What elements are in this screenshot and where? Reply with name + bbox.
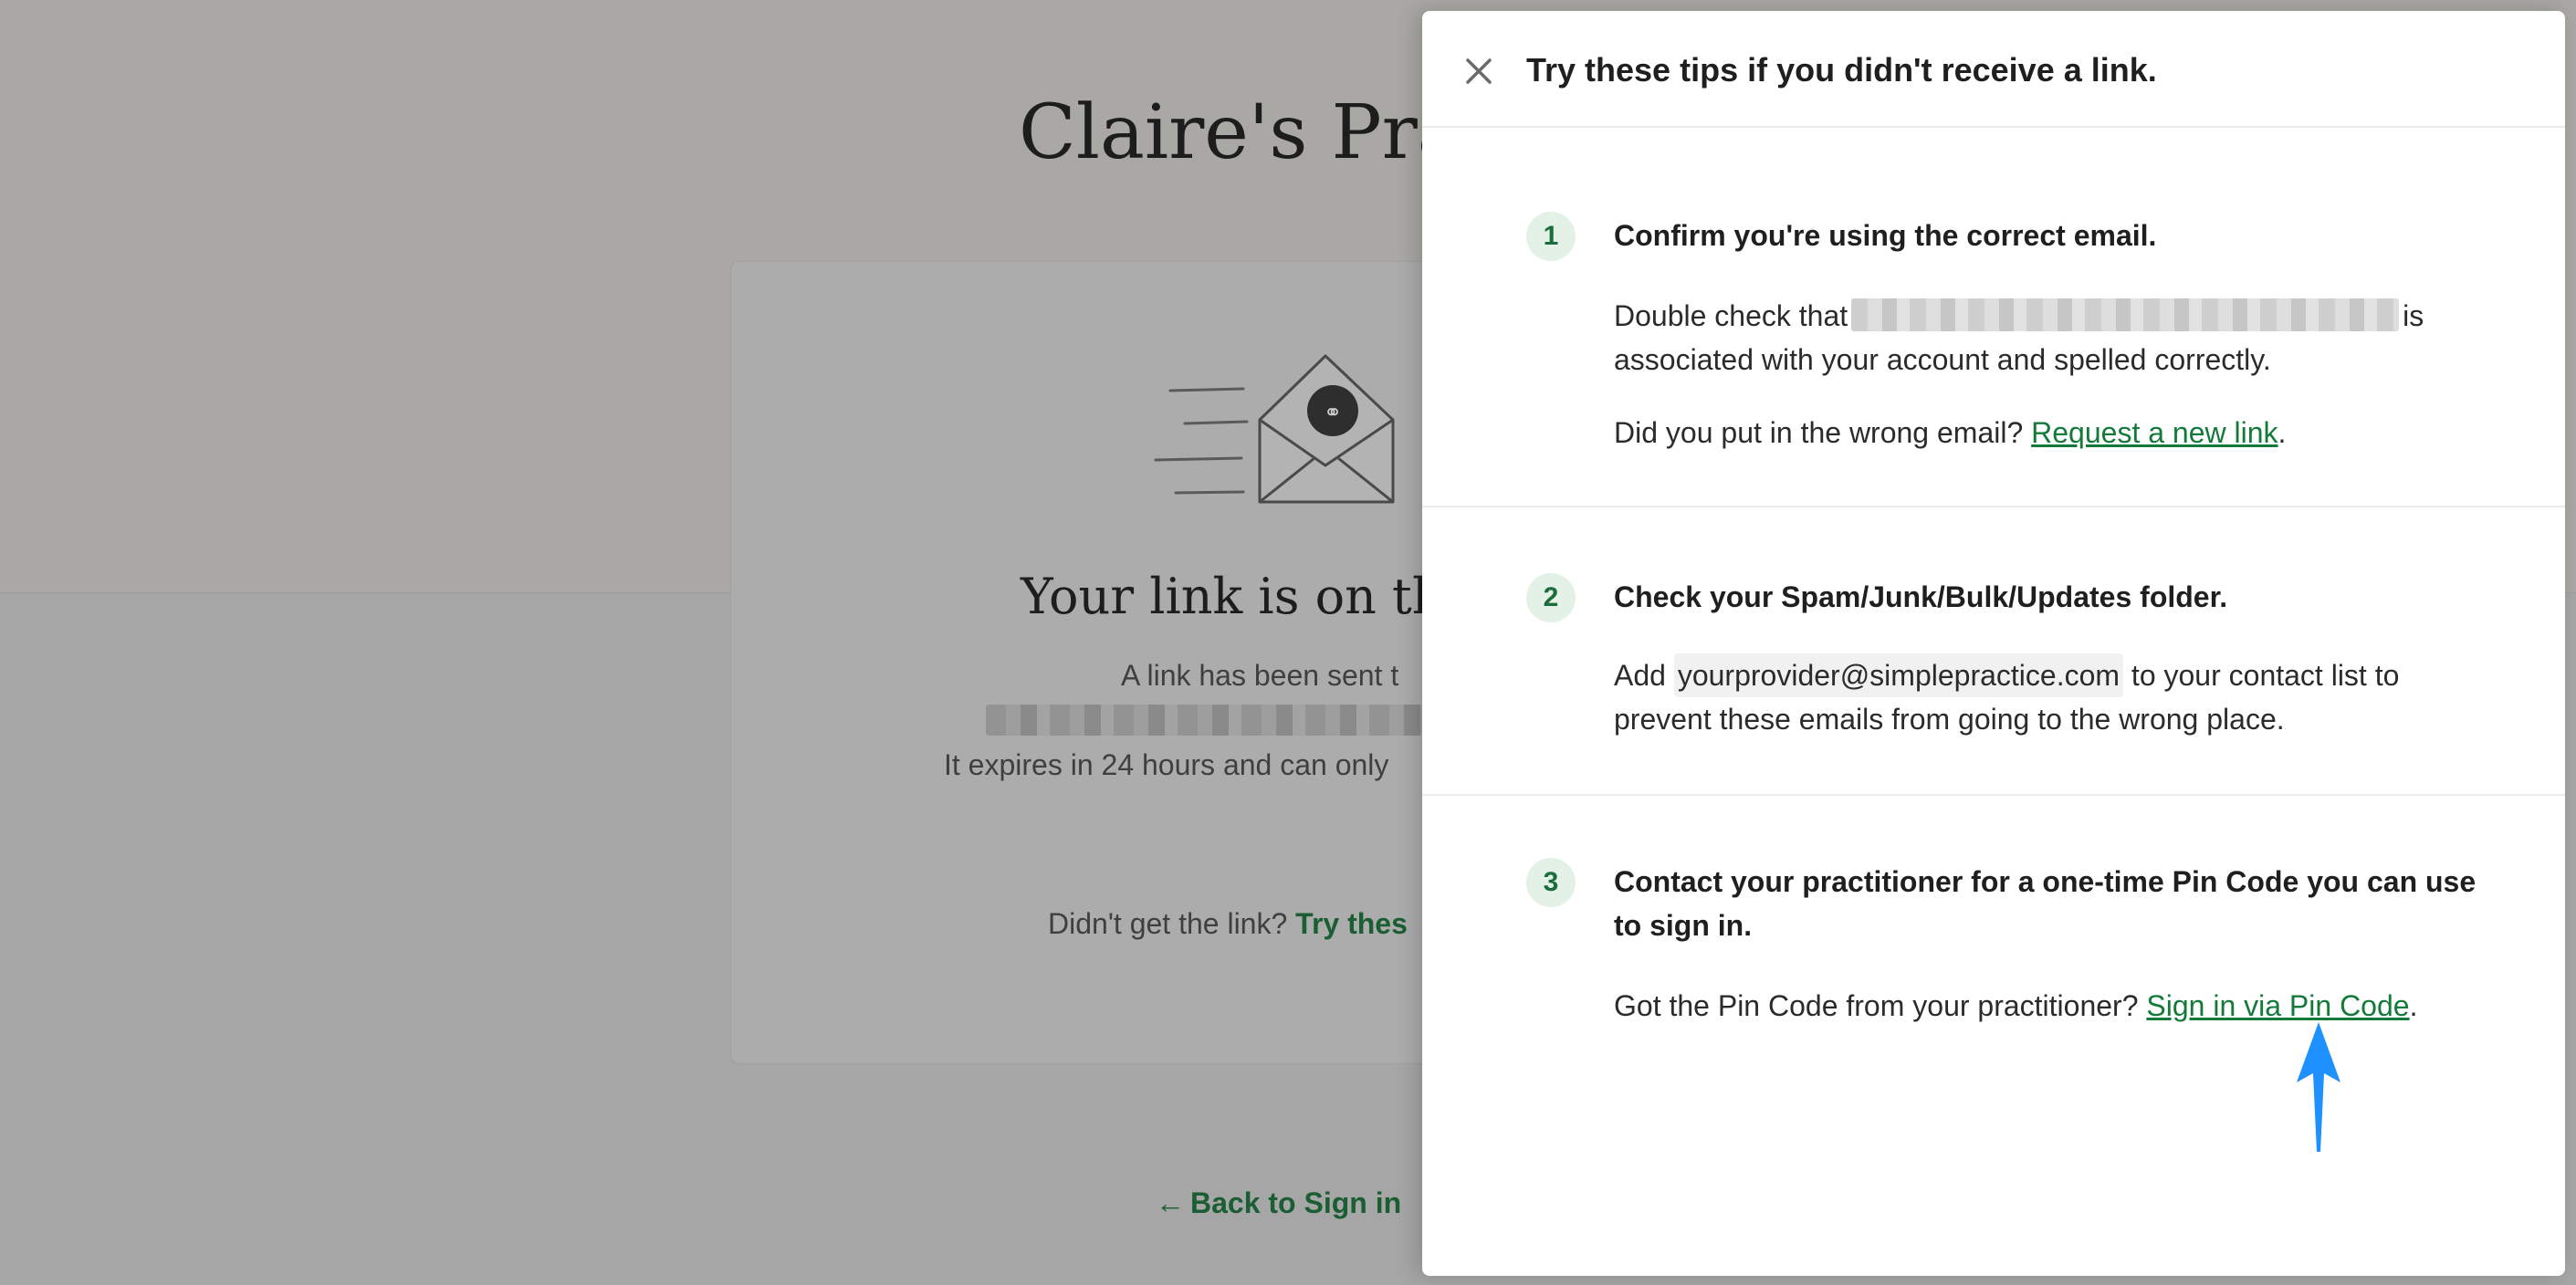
- tip-1: 1 Confirm you're using the correct email…: [1422, 128, 2565, 506]
- annotation-arrow-icon: [2297, 1022, 2340, 1152]
- back-to-sign-in-label: Back to Sign in: [1190, 1186, 1402, 1219]
- tip-body: Double check that is associated with your…: [1614, 294, 2490, 381]
- tip-body-secondary: Did you put in the wrong email? Request …: [1614, 411, 2490, 454]
- tip-title: Check your Spam/Junk/Bulk/Updates folder…: [1614, 580, 2228, 613]
- tip-body-suffix: .: [2409, 989, 2418, 1022]
- tip-body: Got the Pin Code from your practitioner?…: [1614, 984, 2490, 1028]
- blurred-email-address: [986, 705, 1442, 736]
- blurred-email-inline: [1851, 298, 2400, 331]
- svg-text:⚭: ⚭: [1324, 400, 1342, 425]
- tips-drawer: Try these tips if you didn't receive a l…: [1422, 11, 2565, 1276]
- tip-body-prefix: Double check that: [1614, 299, 1848, 332]
- drawer-title: Try these tips if you didn't receive a l…: [1526, 51, 2157, 89]
- drawer-header: Try these tips if you didn't receive a l…: [1422, 11, 2565, 128]
- tip-number-badge: 2: [1526, 573, 1576, 622]
- tip-number-badge: 1: [1526, 212, 1576, 261]
- try-tips-link[interactable]: Try thes: [1295, 907, 1408, 940]
- tip-title: Contact your practitioner for a one-time…: [1614, 865, 2477, 942]
- request-new-link[interactable]: Request a new link: [2031, 416, 2278, 449]
- card-sent-text: A link has been sent t: [1121, 659, 1399, 692]
- tip-body-prefix: Got the Pin Code from your practitioner?: [1614, 989, 2139, 1022]
- tip-number-badge: 3: [1526, 858, 1576, 907]
- tip-3: 3 Contact your practitioner for a one-ti…: [1422, 794, 2565, 1276]
- tip-body2-suffix: .: [2278, 416, 2287, 449]
- tip-body: Add yourprovider@simplepractice.com to y…: [1614, 653, 2490, 741]
- tip-body-prefix: Add: [1614, 659, 1666, 692]
- tip-title: Confirm you're using the correct email.: [1614, 219, 2157, 252]
- envelope-link-icon: ⚭: [1154, 354, 1395, 504]
- tip-body2-prefix: Did you put in the wrong email?: [1614, 416, 2024, 449]
- sign-in-via-pin-code-link[interactable]: Sign in via Pin Code: [2146, 989, 2409, 1022]
- close-icon[interactable]: [1461, 53, 1497, 89]
- back-to-sign-in-link[interactable]: ← Back to Sign in: [1156, 1186, 1401, 1220]
- card-help-prefix: Didn't get the link?: [1048, 907, 1288, 940]
- card-help-text: Didn't get the link? Try thes: [1048, 907, 1408, 941]
- card-expiry-text: It expires in 24 hours and can only: [944, 748, 1389, 781]
- card-heading: Your link is on the: [1021, 568, 1473, 625]
- tip-2: 2 Check your Spam/Junk/Bulk/Updates fold…: [1422, 506, 2565, 794]
- provider-email: yourprovider@simplepractice.com: [1673, 653, 2124, 697]
- arrow-left-icon: ←: [1156, 1186, 1185, 1219]
